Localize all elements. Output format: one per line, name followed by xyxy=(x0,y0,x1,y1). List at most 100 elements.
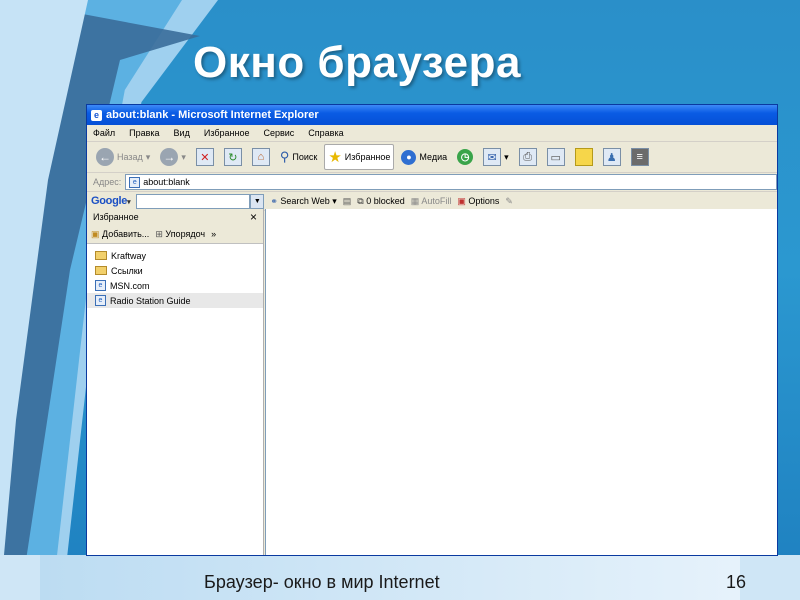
favorites-pane-title: Избранное xyxy=(93,212,139,222)
standard-toolbar: ← Назад ▾ → ▾ ✕ ↻ ⌂ ⚲ Поиск ★ Избранное … xyxy=(87,142,777,173)
options-label: Options xyxy=(468,195,500,206)
options-icon: ▣ xyxy=(457,195,466,206)
note-icon xyxy=(574,148,593,166)
page-number: 16 xyxy=(726,572,747,592)
refresh-icon: ↻ xyxy=(223,148,242,166)
close-icon[interactable]: × xyxy=(250,210,257,224)
discuss-button[interactable] xyxy=(572,145,596,169)
research-button[interactable]: ≡ xyxy=(628,145,652,169)
menu-help[interactable]: Справка xyxy=(308,128,343,138)
autofill-icon: ▦ xyxy=(410,195,420,206)
options-button[interactable]: ▣ Options xyxy=(457,196,499,207)
home-button[interactable]: ⌂ xyxy=(249,145,273,169)
news-button[interactable]: ▤ xyxy=(343,196,352,207)
address-label: Адрес: xyxy=(93,177,122,187)
address-bar: Адрес: e about:blank xyxy=(87,173,777,192)
page-icon: e xyxy=(129,176,141,188)
google-logo-text: Google xyxy=(91,195,128,207)
list-item[interactable]: e MSN.com xyxy=(87,278,263,293)
menu-bar: Файл Правка Вид Избранное Сервис Справка xyxy=(87,125,777,142)
popup-blocker-icon: ⧉ xyxy=(357,195,364,206)
history-button[interactable]: ◷ xyxy=(454,145,476,169)
edit-icon: ▭ xyxy=(546,148,565,166)
back-button[interactable]: ← Назад ▾ xyxy=(93,145,153,169)
google-logo[interactable]: Google▾ xyxy=(91,195,131,207)
google-search-input[interactable] xyxy=(136,193,251,209)
window-title: about:blank - Microsoft Internet Explore… xyxy=(106,109,319,121)
back-label: Назад xyxy=(117,152,143,162)
print-button[interactable]: ⎙ xyxy=(516,145,540,169)
stop-icon: ✕ xyxy=(195,148,214,166)
news-icon: ▤ xyxy=(342,195,352,206)
favorites-button[interactable]: ★ Избранное xyxy=(324,144,395,170)
forward-arrow-icon: → xyxy=(160,148,179,166)
chevron-down-icon: ▾ xyxy=(181,151,186,162)
browser-window: e about:blank - Microsoft Internet Explo… xyxy=(86,104,778,556)
address-input[interactable]: e about:blank xyxy=(125,174,777,190)
google-search-dropdown[interactable]: ▼ xyxy=(250,193,265,209)
page-icon: e xyxy=(95,295,106,306)
add-favorite-icon: ▣ xyxy=(91,228,100,239)
blocked-label: 0 blocked xyxy=(366,195,405,206)
star-icon: ★ xyxy=(328,149,342,166)
organize-favorites-button[interactable]: ⊞ Упорядоч xyxy=(155,229,205,240)
add-favorite-label: Добавить... xyxy=(102,228,150,239)
popup-blocker-button[interactable]: ⧉ 0 blocked xyxy=(357,196,404,207)
edit-button[interactable]: ▭ xyxy=(544,145,568,169)
mail-icon: ✉ xyxy=(483,148,502,166)
menu-favorites[interactable]: Избранное xyxy=(204,128,250,138)
binoculars-icon: ⚭ xyxy=(270,195,278,206)
autofill-button[interactable]: ▦ AutoFill xyxy=(411,196,452,207)
favorites-actions: ▣ Добавить... ⊞ Упорядоч » xyxy=(87,225,263,244)
pencil-icon[interactable]: ✎ xyxy=(505,196,513,207)
address-value: about:blank xyxy=(143,177,190,187)
refresh-button[interactable]: ↻ xyxy=(221,145,245,169)
menu-view[interactable]: Вид xyxy=(174,128,190,138)
organize-icon: ⊞ xyxy=(155,228,163,239)
print-icon: ⎙ xyxy=(518,148,537,166)
list-item[interactable]: e Radio Station Guide xyxy=(87,293,263,308)
ie-icon: e xyxy=(91,109,102,121)
favorites-label: Избранное xyxy=(344,152,391,162)
menu-file[interactable]: Файл xyxy=(93,128,115,138)
stop-button[interactable]: ✕ xyxy=(193,145,217,169)
organize-label: Упорядоч xyxy=(165,228,206,239)
mail-button[interactable]: ✉ ▾ xyxy=(480,145,512,169)
home-icon: ⌂ xyxy=(251,148,270,166)
favorites-pane-header: Избранное × xyxy=(87,209,263,225)
folder-icon xyxy=(95,266,107,275)
slide-footer: Браузер- окно в мир Internet xyxy=(204,572,440,592)
list-item[interactable]: Ссылки xyxy=(87,263,263,278)
window-titlebar[interactable]: e about:blank - Microsoft Internet Explo… xyxy=(87,105,777,125)
forward-button[interactable]: → ▾ xyxy=(157,145,189,169)
menu-tools[interactable]: Сервис xyxy=(263,128,294,138)
media-button[interactable]: ● Медиа xyxy=(398,145,450,169)
more-chevron-icon[interactable]: » xyxy=(211,229,216,239)
research-icon: ≡ xyxy=(630,148,649,166)
list-item[interactable]: Kraftway xyxy=(87,248,263,263)
add-favorite-button[interactable]: ▣ Добавить... xyxy=(91,229,149,240)
search-web-label: Search Web xyxy=(280,195,330,206)
folder-icon xyxy=(95,251,107,260)
page-viewport[interactable] xyxy=(265,209,777,555)
autofill-label: AutoFill xyxy=(421,195,452,206)
search-button[interactable]: ⚲ Поиск xyxy=(277,145,320,169)
chevron-down-icon: ▾ xyxy=(127,199,131,206)
media-label: Медиа xyxy=(419,152,448,162)
messenger-button[interactable]: ♟ xyxy=(600,145,624,169)
favorite-label: Kraftway xyxy=(111,250,147,261)
favorites-list: Kraftway Ссылки e MSN.com e Radio Statio… xyxy=(87,244,263,308)
search-icon: ⚲ xyxy=(279,149,290,164)
favorite-label: Radio Station Guide xyxy=(110,295,191,306)
chevron-down-icon: ▾ xyxy=(332,195,337,206)
favorite-label: Ссылки xyxy=(111,265,143,276)
search-web-button[interactable]: ⚭ Search Web ▾ xyxy=(270,196,336,207)
chevron-down-icon: ▾ xyxy=(504,151,509,162)
slide-background: Окно браузера e about:blank - Microsoft … xyxy=(0,0,800,600)
media-icon: ● xyxy=(401,149,417,165)
page-icon: e xyxy=(95,280,106,291)
chevron-down-icon: ▼ xyxy=(253,197,261,205)
back-arrow-icon: ← xyxy=(96,148,114,166)
browser-content: Избранное × ▣ Добавить... ⊞ Упорядоч » K… xyxy=(87,209,777,555)
menu-edit[interactable]: Правка xyxy=(129,128,159,138)
